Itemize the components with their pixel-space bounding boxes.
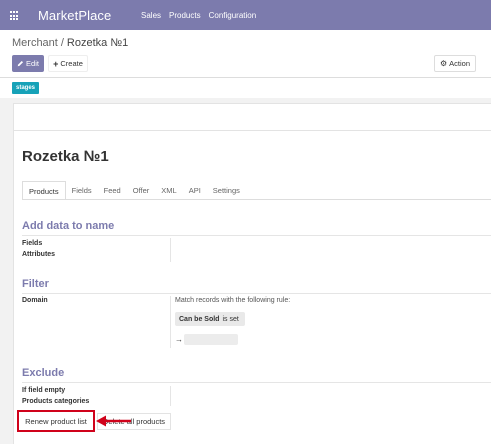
field-label-attributes: Attributes	[22, 251, 56, 258]
tab-feed[interactable]: Feed	[98, 181, 127, 200]
breadcrumb-parent[interactable]: Merchant	[12, 37, 58, 49]
tab-xml[interactable]: XML	[155, 181, 182, 200]
column-separator	[170, 296, 171, 348]
section-heading-filter: Filter	[22, 278, 49, 290]
section-heading-add-data: Add data to name	[22, 220, 115, 232]
apps-grid-icon[interactable]	[10, 11, 20, 21]
plus-icon: +	[53, 58, 59, 69]
section-divider-filter	[22, 293, 491, 294]
form-header-divider	[13, 130, 491, 131]
stages-button[interactable]: stages	[12, 82, 39, 94]
section-divider-add-data	[22, 235, 491, 236]
menu-item-sales[interactable]: Sales	[141, 11, 161, 20]
field-label-domain: Domain	[22, 297, 48, 304]
column-separator	[170, 238, 171, 262]
breadcrumb-separator: /	[60, 37, 64, 49]
domain-rule-facet[interactable]: Can be Sold is set	[175, 312, 245, 326]
tab-api[interactable]: API	[183, 181, 207, 200]
red-arrow-annotation-icon	[96, 415, 131, 427]
record-count-link[interactable]	[184, 334, 238, 345]
create-button[interactable]: + Create	[48, 55, 88, 72]
gear-icon: ⚙	[439, 59, 448, 68]
tab-offer[interactable]: Offer	[127, 181, 156, 200]
breadcrumb: Merchant / Rozetka №1	[12, 37, 128, 49]
toolbar-divider	[0, 77, 491, 78]
domain-match-text: Match records with the following rule:	[175, 297, 291, 304]
app-brand[interactable]: MarketPlace	[38, 8, 111, 23]
edit-button-label: Edit	[26, 59, 39, 68]
tab-settings[interactable]: Settings	[207, 181, 246, 200]
field-label-if-field-empty: If field empty	[22, 387, 66, 394]
menu-item-products[interactable]: Products	[169, 11, 201, 20]
tabs-underline	[22, 199, 491, 200]
renew-product-list-button[interactable]: Renew product list	[17, 410, 95, 432]
main-menu: Sales Products Configuration	[141, 11, 256, 20]
tab-fields[interactable]: Fields	[66, 181, 98, 200]
section-heading-exclude: Exclude	[22, 367, 65, 379]
field-label-products-categories: Products categories	[22, 398, 90, 405]
field-label-fields: Fields	[22, 240, 43, 247]
breadcrumb-current: Rozetka №1	[66, 37, 129, 49]
action-button-label: Action	[449, 59, 471, 68]
menu-item-configuration[interactable]: Configuration	[209, 11, 257, 20]
facet-operator: is set	[222, 315, 239, 323]
tab-products[interactable]: Products	[22, 181, 66, 200]
pencil-icon	[17, 60, 24, 67]
create-button-label: Create	[60, 59, 83, 68]
notebook-tabs: Products Fields Feed Offer XML API Setti…	[22, 181, 246, 200]
action-button[interactable]: ⚙ Action	[434, 55, 476, 72]
record-title: Rozetka №1	[22, 148, 109, 165]
arrow-right-icon[interactable]: →	[175, 335, 183, 344]
top-navbar: MarketPlace Sales Products Configuration	[0, 0, 491, 30]
edit-button[interactable]: Edit	[12, 55, 44, 72]
facet-field: Can be Sold	[179, 315, 220, 323]
column-separator	[170, 386, 171, 406]
section-divider-exclude	[22, 382, 491, 383]
